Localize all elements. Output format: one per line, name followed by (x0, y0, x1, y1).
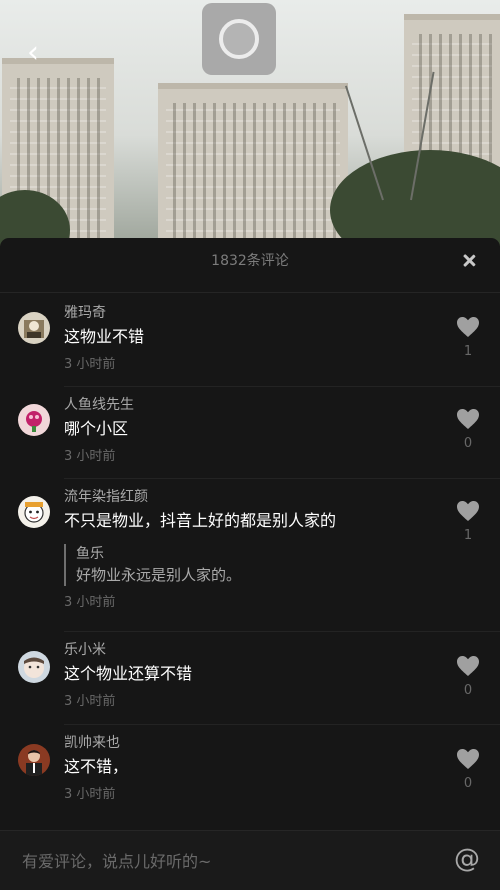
comment-panel: 1832条评论 雅玛奇 这物业不错 3 小时前 1 人鱼线先生 哪个小区 3 小… (0, 238, 500, 889)
comment-input-bar: @ (0, 830, 500, 890)
like-count: 0 (463, 776, 473, 791)
comment-username[interactable]: 人鱼线先生 (64, 396, 440, 414)
divider (64, 478, 500, 479)
video-preview[interactable]: ‹ (0, 0, 500, 246)
comment-username[interactable]: 流年染指红颜 (64, 488, 440, 506)
avatar[interactable] (18, 744, 50, 776)
like-count: 1 (463, 344, 473, 359)
panel-header: 1832条评论 (0, 238, 500, 293)
building-center (158, 83, 348, 246)
comment-text: 这不错， (64, 757, 129, 776)
reply-text: 好物业永远是别人家的。 (76, 566, 242, 584)
record-circle-icon (219, 19, 259, 59)
comment-username[interactable]: 凯帅来也 (64, 734, 440, 752)
like-button[interactable]: 0 (453, 655, 483, 698)
comment-text: 哪个小区 (64, 419, 129, 438)
back-button[interactable]: ‹ (18, 38, 48, 68)
heart-icon (457, 501, 479, 521)
avatar[interactable] (18, 404, 50, 436)
heart-icon (457, 656, 479, 676)
divider (64, 631, 500, 632)
comment-time: 3 小时前 (64, 595, 116, 610)
like-count: 1 (463, 528, 473, 543)
comment-username[interactable]: 雅玛奇 (64, 304, 440, 322)
tree-right (330, 150, 500, 246)
avatar[interactable] (18, 651, 50, 683)
heart-icon (457, 317, 479, 337)
comment-time: 3 小时前 (64, 787, 116, 802)
comment-count-title: 1832条评论 (211, 253, 289, 269)
like-count: 0 (463, 436, 473, 451)
at-mention-icon[interactable]: @ (452, 844, 482, 874)
like-button[interactable]: 0 (453, 748, 483, 791)
comment-text: 不只是物业，抖音上好的都是别人家的 (64, 511, 337, 530)
comment-time: 3 小时前 (64, 694, 116, 709)
avatar[interactable] (18, 496, 50, 528)
divider (64, 386, 500, 387)
avatar[interactable] (18, 312, 50, 344)
like-count: 0 (463, 683, 473, 698)
like-button[interactable]: 1 (453, 316, 483, 359)
comment-time: 3 小时前 (64, 449, 116, 464)
close-icon[interactable] (458, 250, 480, 272)
reply-username: 鱼乐 (76, 546, 104, 562)
like-button[interactable]: 1 (453, 500, 483, 543)
heart-icon (457, 409, 479, 429)
comment-text: 这个物业还算不错 (64, 664, 193, 683)
comment-input[interactable] (20, 841, 424, 881)
reply-quote[interactable]: 鱼乐 好物业永远是别人家的。 (64, 544, 440, 586)
comment-text: 这物业不错 (64, 327, 145, 346)
heart-icon (457, 749, 479, 769)
comment-username[interactable]: 乐小米 (64, 641, 440, 659)
comment-time: 3 小时前 (64, 357, 116, 372)
like-button[interactable]: 0 (453, 408, 483, 451)
divider (64, 724, 500, 725)
record-button[interactable] (202, 3, 276, 75)
